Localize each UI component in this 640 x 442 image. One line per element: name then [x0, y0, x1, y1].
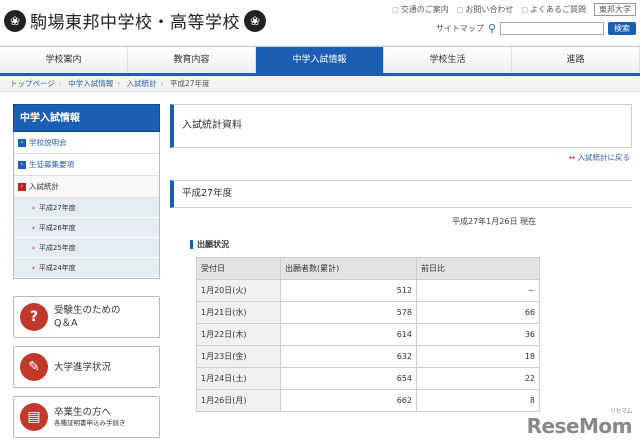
search-button[interactable]: 検索 [608, 22, 636, 35]
column-header: 出願者数(累計) [280, 257, 417, 280]
table-row: 1月23日(金) 632 18 [196, 345, 540, 368]
nav-admission[interactable]: 中学入試情報 [256, 47, 384, 73]
sidebar-item-guidelines[interactable]: › 生徒募集要項 [14, 154, 159, 176]
document-icon: ▤ [20, 403, 48, 431]
banner-alumni[interactable]: ▤ 卒業生の方へ 各種証明書申込み手続き [13, 396, 160, 438]
site-header: ❀ 駒場東邦中学校・高等学校 ❀ 交通のご案内 お問い合わせ よくあるご質問 東… [0, 0, 640, 46]
pencil-icon: ✎ [20, 353, 48, 381]
arrow-icon: › [18, 160, 26, 169]
school-crest-icon: ❀ [244, 9, 266, 32]
sidebar-title: 中学入試情報 [13, 104, 160, 132]
table-row: 1月22日(木) 614 36 [196, 323, 540, 346]
utility-links: 交通のご案内 お問い合わせ よくあるご質問 東邦大学 [392, 3, 636, 16]
access-link[interactable]: 交通のご案内 [392, 4, 449, 15]
breadcrumb-current: 平成27年度 [170, 79, 210, 88]
banner-university[interactable]: ✎ 大学進学状況 [13, 346, 160, 388]
arrow-icon: › [18, 138, 26, 147]
site-logo[interactable]: ❀ 駒場東邦中学校・高等学校 ❀ [4, 8, 266, 33]
breadcrumb-stats[interactable]: 入試統計 [127, 79, 157, 88]
school-name: 駒場東邦中学校・高等学校 [30, 13, 240, 33]
table-row: 1月21日(水) 578 66 [196, 301, 540, 324]
column-header: 前日比 [416, 257, 540, 280]
back-link[interactable]: 入試統計に戻る [569, 152, 631, 163]
page-title: 入試統計資料 [170, 104, 632, 148]
nav-career[interactable]: 進路 [512, 47, 640, 73]
sidebar-subitem-h27[interactable]: 平成27年度 [14, 198, 159, 218]
sidebar-item-stats[interactable]: › 入試統計 [14, 176, 159, 198]
year-heading: 平成27年度 [170, 180, 632, 208]
university-link[interactable]: 東邦大学 [594, 3, 636, 16]
arrow-icon: › [18, 182, 26, 191]
table-row: 1月26日(月) 662 8 [196, 389, 540, 412]
sidebar-item-briefing[interactable]: › 学校説明会 [14, 132, 159, 154]
nav-school-life[interactable]: 学校生活 [384, 47, 512, 73]
banner-qa[interactable]: ? 受験生のための Q＆A [13, 296, 160, 338]
column-header: 受付日 [196, 257, 281, 280]
breadcrumb-admission[interactable]: 中学入試情報 [68, 79, 113, 88]
nav-about[interactable]: 学校案内 [0, 47, 128, 73]
nav-education[interactable]: 教育内容 [128, 47, 256, 73]
sidebar-subitem-h24[interactable]: 平成24年度 [14, 258, 159, 278]
school-crest-icon: ❀ [4, 9, 26, 32]
question-icon: ? [20, 303, 48, 331]
sidebar: 中学入試情報 ›学校説明会 ›生徒募集要項 ›入試統計 平成27年度 平成26年… [13, 104, 160, 279]
search-input[interactable] [500, 22, 604, 35]
sitemap-link[interactable]: サイトマップ [436, 23, 484, 34]
breadcrumb: トップページ › 中学入試情報 › 入試統計 › 平成27年度 [0, 76, 640, 92]
as-of-date: 平成27年1月26日 現在 [452, 217, 536, 226]
sidebar-subitem-h25[interactable]: 平成25年度 [14, 238, 159, 258]
sidebar-menu: ›学校説明会 ›生徒募集要項 ›入試統計 平成27年度 平成26年度 平成25年… [13, 132, 160, 279]
section-heading: 出願状況 [190, 240, 229, 249]
table-row: 1月24日(土) 654 22 [196, 367, 540, 390]
faq-link[interactable]: よくあるご質問 [521, 4, 586, 15]
search-row: サイトマップ ⚲ 検索 [436, 22, 636, 35]
global-nav: 学校案内 教育内容 中学入試情報 学校生活 進路 [0, 46, 640, 76]
resemom-watermark: リセマム ReseMom [526, 408, 633, 438]
applications-table: 受付日 出願者数(累計) 前日比 1月20日(火) 512 － 1月21日(水) 57… [196, 257, 540, 412]
contact-link[interactable]: お問い合わせ [457, 4, 513, 15]
sidebar-subitem-h26[interactable]: 平成26年度 [14, 218, 159, 238]
main-content: 入試統計資料 入試統計に戻る 平成27年度 平成27年1月26日 現在 出願状況… [170, 104, 632, 412]
table-row: 1月20日(火) 512 － [196, 279, 540, 302]
breadcrumb-home[interactable]: トップページ [10, 79, 55, 88]
search-icon: ⚲ [487, 22, 496, 35]
